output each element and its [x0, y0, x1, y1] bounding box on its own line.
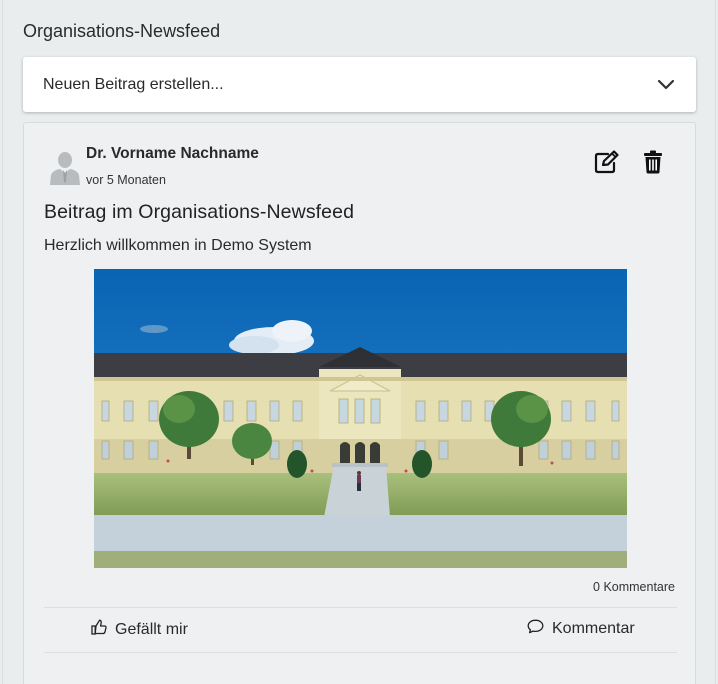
post-timestamp: vor 5 Monaten — [86, 173, 166, 187]
thumbs-up-icon — [91, 619, 115, 640]
edit-button[interactable] — [592, 149, 622, 179]
trash-icon — [643, 150, 663, 179]
like-label: Gefällt mir — [115, 620, 188, 638]
feed-title: Organisations-Newsfeed — [23, 21, 221, 41]
post-body: Herzlich willkommen in Demo System — [44, 237, 312, 254]
new-post-composer[interactable]: Neuen Beitrag erstellen... — [23, 57, 696, 112]
post-heading: Beitrag im Organisations-Newsfeed — [44, 201, 355, 223]
composer-label: Neuen Beitrag erstellen... — [43, 75, 224, 93]
comment-button[interactable]: Kommentar — [527, 619, 635, 639]
comment-label: Kommentar — [552, 620, 635, 637]
chevron-down-icon[interactable] — [656, 75, 676, 95]
post-card: Dr. Vorname Nachname vor 5 Monaten Beitr… — [23, 122, 696, 684]
comment-count[interactable]: 0 Kommentare — [593, 580, 675, 594]
post-author[interactable]: Dr. Vorname Nachname — [86, 145, 259, 163]
edit-icon — [593, 149, 621, 179]
comment-icon — [527, 619, 552, 639]
like-button[interactable]: Gefällt mir — [91, 619, 188, 640]
avatar[interactable] — [48, 149, 82, 185]
post-image[interactable] — [94, 269, 627, 568]
delete-button[interactable] — [638, 149, 668, 179]
divider — [44, 607, 677, 608]
divider — [44, 652, 677, 653]
